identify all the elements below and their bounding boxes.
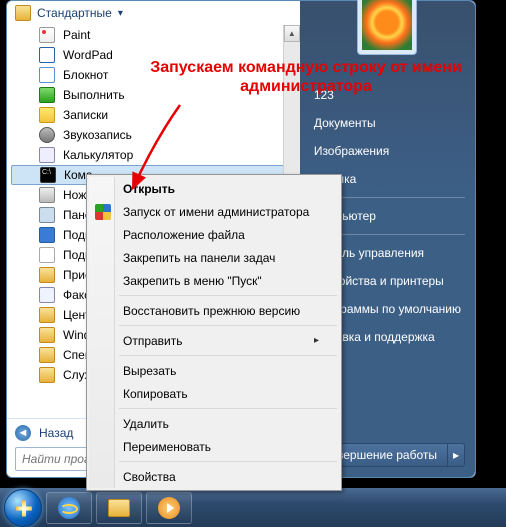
sticky-icon: [39, 107, 55, 123]
context-menu-item-label: Свойства: [123, 470, 176, 484]
context-menu-item-label: Удалить: [123, 417, 169, 431]
documents-link[interactable]: Документы: [300, 109, 475, 137]
uac-shield-icon: [95, 204, 111, 220]
program-item[interactable]: Выполнить: [11, 85, 296, 105]
context-menu-item-label: Закрепить в меню "Пуск": [123, 274, 262, 288]
pictures-link[interactable]: Изображения: [300, 137, 475, 165]
context-menu-item-label: Расположение файла: [123, 228, 245, 242]
back-label: Назад: [39, 426, 73, 440]
context-menu-item[interactable]: Закрепить в меню "Пуск": [89, 269, 339, 292]
context-menu-item-label: Восстановить прежнюю версию: [123, 304, 300, 318]
context-menu-item[interactable]: Свойства: [89, 465, 339, 488]
shutdown-options-button[interactable]: ▸: [447, 443, 465, 467]
program-item-label: Paint: [63, 28, 90, 42]
scroll-up-icon[interactable]: ▲: [284, 25, 300, 42]
user-folder-link[interactable]: 123: [300, 81, 475, 109]
context-menu-item-label: Переименовать: [123, 440, 211, 454]
context-menu-item[interactable]: Запуск от имени администратора: [89, 200, 339, 223]
program-item-label: Звукозапись: [63, 128, 132, 142]
context-menu-item-label: Вырезать: [123, 364, 176, 378]
context-menu-item-label: Закрепить на панели задач: [123, 251, 275, 265]
context-menu-item[interactable]: Восстановить прежнюю версию: [89, 299, 339, 322]
proj-icon: [39, 247, 55, 263]
start-orb-button[interactable]: [4, 489, 42, 527]
paint-icon: [39, 27, 55, 43]
fax-icon: [39, 287, 55, 303]
context-menu-item-label: Запуск от имени администратора: [123, 205, 309, 219]
context-menu-item[interactable]: Открыть: [89, 177, 339, 200]
programs-folder-header[interactable]: Стандартные ▾: [7, 1, 300, 25]
scis-icon: [39, 187, 55, 203]
user-avatar-icon: [362, 0, 412, 50]
context-menu-item-label: Копировать: [123, 387, 188, 401]
programs-folder-label: Стандартные: [37, 6, 112, 20]
context-menu-item[interactable]: Копировать: [89, 382, 339, 405]
context-menu-item[interactable]: Расположение файла: [89, 223, 339, 246]
folder-icon: [39, 367, 55, 383]
context-menu-item[interactable]: Переименовать: [89, 435, 339, 458]
taskbar-explorer-button[interactable]: [96, 492, 142, 524]
back-arrow-icon: ◄: [15, 425, 31, 441]
context-menu-item[interactable]: Удалить: [89, 412, 339, 435]
folder-icon: [39, 327, 55, 343]
snd-icon: [39, 127, 55, 143]
program-item[interactable]: Блокнот: [11, 65, 296, 85]
rdp-icon: [39, 227, 55, 243]
context-menu-item[interactable]: Вырезать: [89, 359, 339, 382]
context-menu: Открыть Запуск от имени администратора Рас…: [86, 174, 342, 491]
note-icon: [39, 67, 55, 83]
context-menu-item-label: Отправить: [123, 334, 183, 348]
taskbar: [0, 487, 506, 527]
program-item-label: WordPad: [63, 48, 113, 62]
folder-icon: [39, 307, 55, 323]
separator: [119, 325, 337, 326]
program-item[interactable]: Paint: [11, 25, 296, 45]
program-item-label: Выполнить: [63, 88, 125, 102]
run-icon: [39, 87, 55, 103]
program-item[interactable]: Звукозапись: [11, 125, 296, 145]
context-menu-list: Открыть Запуск от имени администратора Рас…: [89, 177, 339, 488]
context-menu-item[interactable]: Отправить: [89, 329, 339, 352]
user-avatar-frame[interactable]: [357, 0, 417, 55]
folder-icon: [15, 5, 31, 21]
folder-icon: [108, 499, 130, 517]
folder-icon: [39, 347, 55, 363]
internet-explorer-icon: [58, 497, 80, 519]
context-menu-item-label: Открыть: [123, 182, 175, 196]
context-menu-item[interactable]: Закрепить на панели задач: [89, 246, 339, 269]
program-item-label: Калькулятор: [63, 148, 133, 162]
calc-icon: [39, 147, 55, 163]
separator: [119, 355, 337, 356]
tablet-icon: [39, 207, 55, 223]
media-player-icon: [158, 497, 180, 519]
cmd-icon: [40, 167, 56, 183]
program-item-label: Записки: [63, 108, 108, 122]
program-item-label: Блокнот: [63, 68, 108, 82]
taskbar-media-player-button[interactable]: [146, 492, 192, 524]
folder-icon: [39, 267, 55, 283]
separator: [119, 295, 337, 296]
program-item[interactable]: Калькулятор: [11, 145, 296, 165]
separator: [119, 461, 337, 462]
program-item[interactable]: WordPad: [11, 45, 296, 65]
chevron-down-icon: ▾: [118, 8, 123, 19]
taskbar-ie-button[interactable]: [46, 492, 92, 524]
program-item[interactable]: Записки: [11, 105, 296, 125]
separator: [119, 408, 337, 409]
wordpad-icon: [39, 47, 55, 63]
